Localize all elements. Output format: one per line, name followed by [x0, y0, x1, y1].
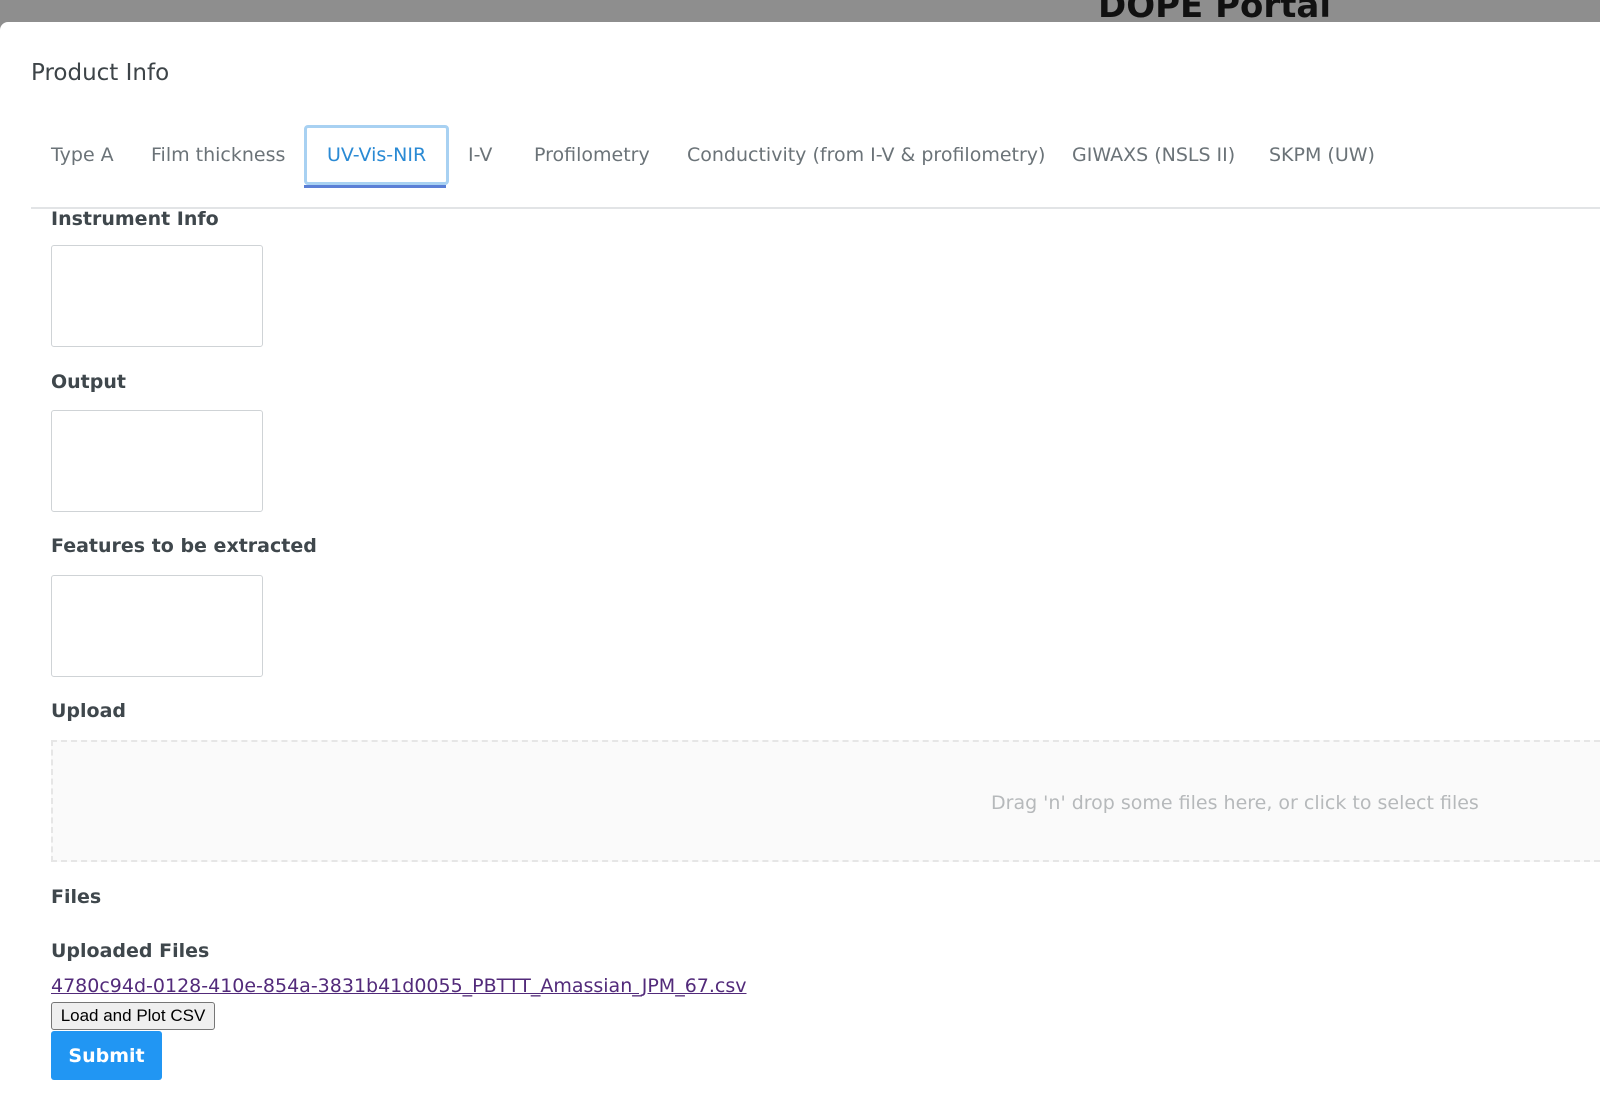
instrument-info-field[interactable]	[51, 245, 263, 347]
instrument-info-label: Instrument Info	[51, 208, 219, 230]
tab-film-thickness[interactable]: Film thickness	[131, 125, 305, 185]
output-field[interactable]	[51, 410, 263, 512]
portal-title: DOPE Portal	[1098, 0, 1332, 24]
load-and-plot-csv-button[interactable]: Load and Plot CSV	[51, 1002, 215, 1030]
tab-profilometry[interactable]: Profilometry	[514, 125, 670, 185]
tab-i-v[interactable]: I-V	[448, 125, 512, 185]
active-tab-indicator	[304, 185, 446, 188]
tab-skpm[interactable]: SKPM (UW)	[1249, 125, 1395, 185]
files-label: Files	[51, 886, 102, 908]
output-label: Output	[51, 371, 126, 393]
tab-giwaxs[interactable]: GIWAXS (NSLS II)	[1052, 125, 1255, 185]
modal-title: Product Info	[31, 60, 170, 86]
tab-type-a[interactable]: Type A	[31, 125, 134, 185]
tab-uv-vis-nir[interactable]: UV-Vis-NIR	[304, 125, 450, 185]
tab-bar: Type A Film thickness UV-Vis-NIR I-V Pro…	[31, 125, 1600, 209]
file-dropzone[interactable]: Drag 'n' drop some files here, or click …	[51, 740, 1600, 862]
uploaded-file-link[interactable]: 4780c94d-0128-410e-854a-3831b41d0055_PBT…	[51, 975, 747, 997]
upload-label: Upload	[51, 700, 127, 722]
tab-conductivity[interactable]: Conductivity (from I-V & profilometry)	[667, 125, 1065, 185]
dropzone-instructions: Drag 'n' drop some files here, or click …	[991, 792, 1479, 814]
features-label: Features to be extracted	[51, 535, 317, 557]
submit-button[interactable]: Submit	[51, 1031, 162, 1080]
page-backdrop: DOPE Portal	[0, 0, 1600, 24]
product-info-modal: Product Info Type A Film thickness UV-Vi…	[0, 22, 1600, 1120]
uploaded-files-label: Uploaded Files	[51, 940, 210, 962]
features-field[interactable]	[51, 575, 263, 677]
